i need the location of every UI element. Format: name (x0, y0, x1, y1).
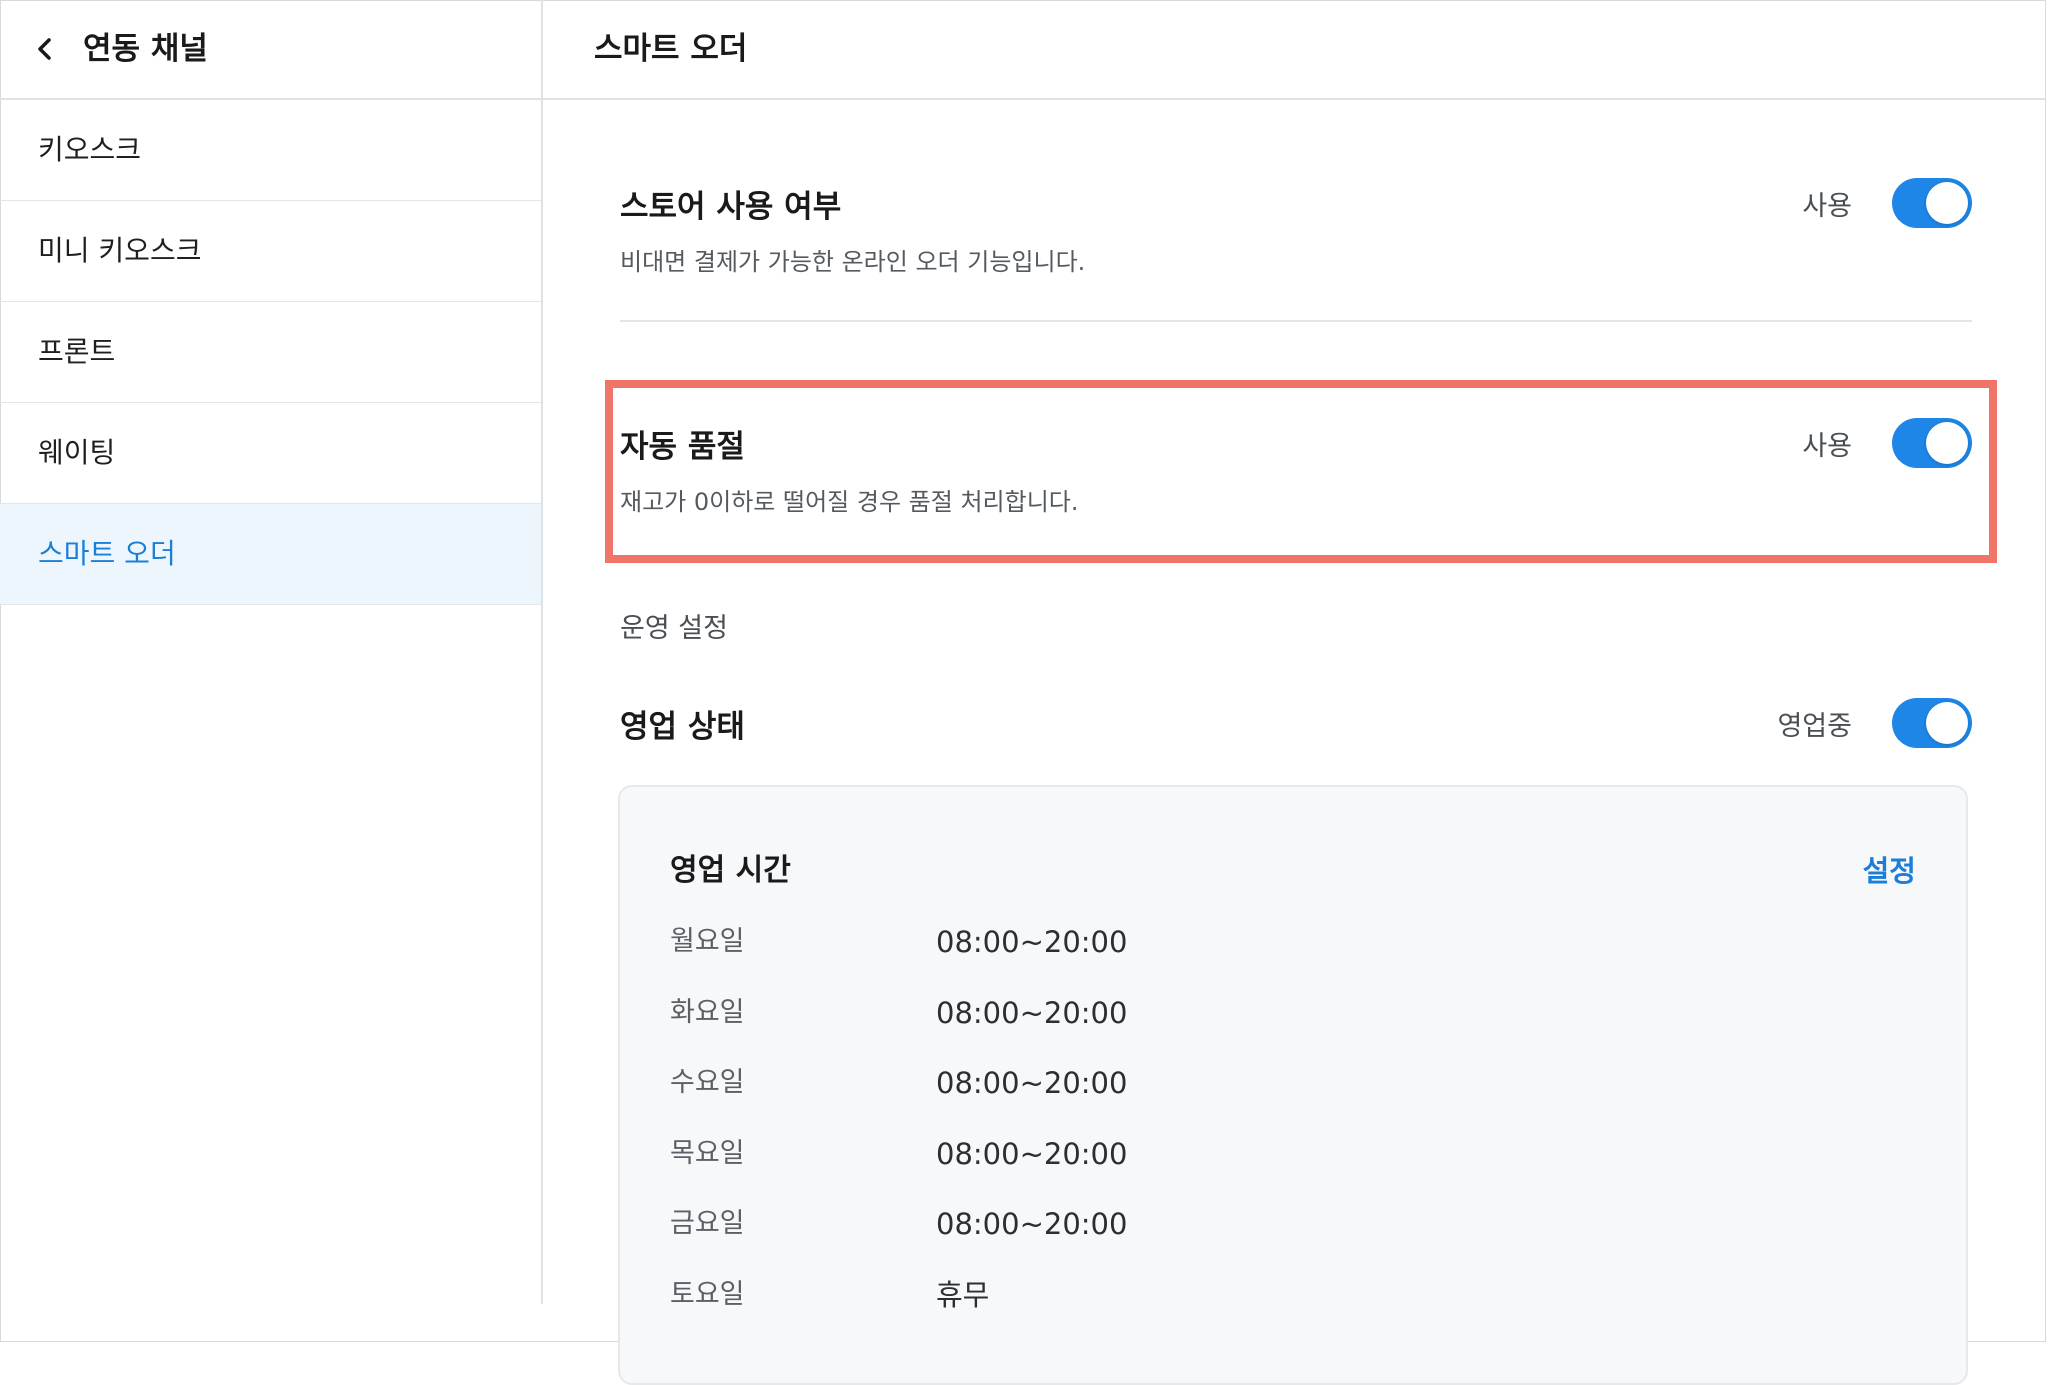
divider (620, 320, 1972, 322)
channel-nav-list: 키오스크 미니 키오스크 프론트 웨이팅 스마트 오더 (0, 100, 541, 605)
list-item: 토요일 휴무 (670, 1274, 1870, 1345)
business-hours-list: 월요일 08:00~20:00 화요일 08:00~20:00 수요일 08:0… (670, 921, 1870, 1344)
sidebar-item-label: 스마트 오더 (38, 537, 176, 570)
auto-soldout-setting: 자동 품절 재고가 0이하로 떨어질 경우 품절 처리합니다. 사용 (620, 418, 1972, 524)
setting-description: 재고가 0이하로 떨어질 경우 품절 처리합니다. (620, 488, 1079, 516)
setting-description: 비대면 결제가 가능한 온라인 오더 기능입니다. (620, 248, 1086, 276)
sidebar-item-label: 미니 키오스크 (38, 234, 202, 267)
setting-title: 자동 품절 (620, 429, 745, 465)
business-hours-set-button[interactable]: 설정 (1863, 849, 1916, 893)
sidebar-item-mini-kiosk[interactable]: 미니 키오스크 (0, 201, 541, 302)
time-value: 08:00~20:00 (936, 925, 1128, 959)
list-item: 수요일 08:00~20:00 (670, 1062, 1870, 1133)
day-label: 토요일 (670, 1278, 745, 1310)
section-label: 운영 설정 (620, 613, 728, 644)
setting-title: 영업 상태 (620, 709, 745, 745)
sidebar-item-waiting[interactable]: 웨이팅 (0, 403, 541, 504)
time-value: 08:00~20:00 (936, 1136, 1128, 1171)
auto-soldout-toggle[interactable] (1892, 418, 1972, 468)
sidebar-title: 연동 채널 (83, 31, 208, 67)
sidebar-item-label: 프론트 (38, 335, 116, 368)
toggle-knob (1926, 422, 1968, 464)
status-text: 사용 (1802, 191, 1852, 222)
list-item: 화요일 08:00~20:00 (670, 992, 1870, 1063)
sidebar-item-label: 웨이팅 (38, 436, 116, 469)
time-value: 08:00~20:00 (936, 1066, 1128, 1100)
setting-title: 스토어 사용 여부 (620, 189, 842, 225)
business-status-toggle[interactable] (1892, 698, 1972, 748)
time-value: 08:00~20:00 (936, 1207, 1128, 1241)
sidebar: 연동 채널 키오스크 미니 키오스크 프론트 웨이팅 스마트 오더 (0, 0, 543, 1304)
chevron-left-icon[interactable] (34, 34, 56, 64)
main-header: 스마트 오더 (543, 0, 2046, 100)
status-text: 영업중 (1777, 711, 1852, 742)
time-value: 08:00~20:00 (936, 995, 1128, 1030)
day-label: 목요일 (670, 1137, 745, 1169)
day-label: 월요일 (670, 926, 745, 957)
sidebar-item-kiosk[interactable]: 키오스크 (0, 100, 541, 201)
time-value: 휴무 (936, 1277, 990, 1312)
business-status-setting: 영업 상태 영업중 (620, 698, 1972, 754)
list-item: 목요일 08:00~20:00 (670, 1133, 1870, 1204)
toggle-knob (1926, 702, 1968, 744)
sidebar-item-label: 키오스크 (38, 133, 142, 166)
business-hours-title: 영업 시간 (670, 853, 791, 888)
status-text: 사용 (1802, 431, 1852, 462)
list-item: 금요일 08:00~20:00 (670, 1203, 1870, 1274)
sidebar-item-smart-order[interactable]: 스마트 오더 (0, 504, 541, 605)
sidebar-header: 연동 채널 (0, 0, 541, 100)
business-hours-card: 영업 시간 설정 월요일 08:00~20:00 화요일 08:00~20:00… (618, 785, 1968, 1385)
day-label: 수요일 (670, 1067, 745, 1098)
page-title: 스마트 오더 (594, 31, 748, 67)
list-item: 월요일 08:00~20:00 (670, 921, 1870, 992)
sidebar-item-front[interactable]: 프론트 (0, 302, 541, 403)
day-label: 금요일 (670, 1208, 745, 1239)
toggle-knob (1926, 182, 1968, 224)
day-label: 화요일 (670, 996, 745, 1028)
store-usage-setting: 스토어 사용 여부 비대면 결제가 가능한 온라인 오더 기능입니다. 사용 (620, 178, 1972, 284)
store-usage-toggle[interactable] (1892, 178, 1972, 228)
